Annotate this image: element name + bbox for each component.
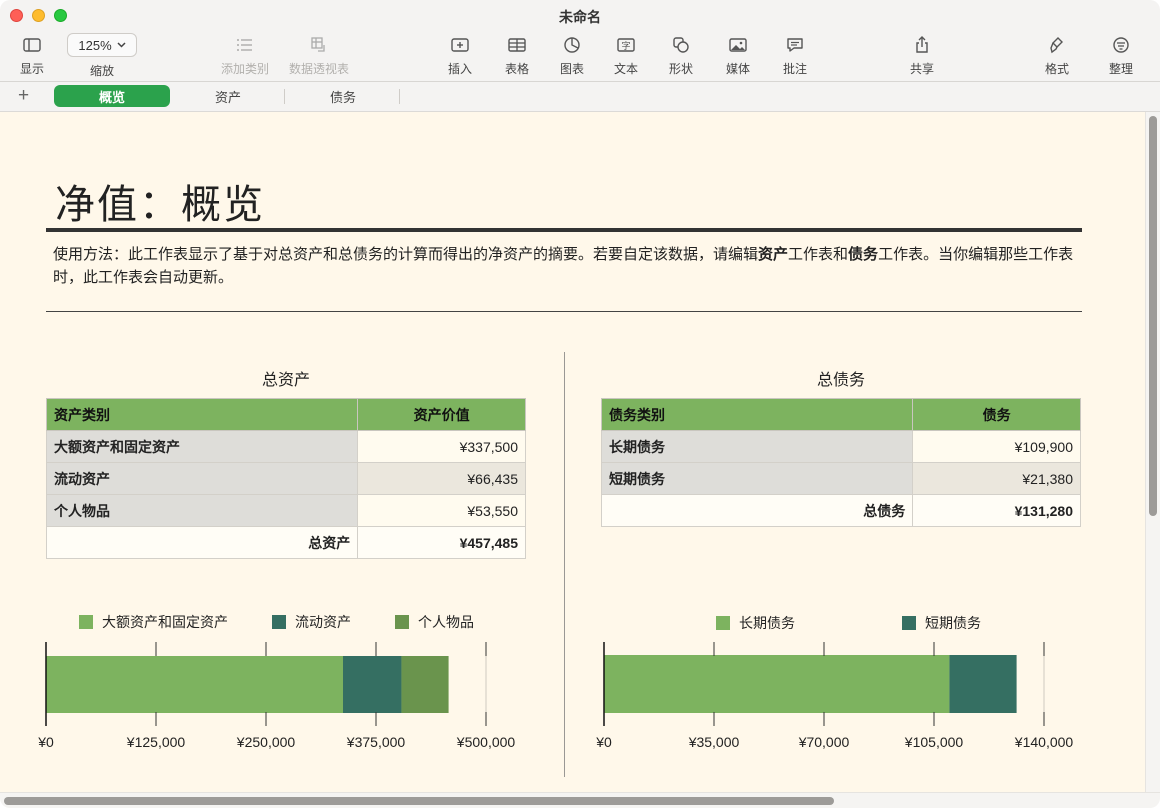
tick-label: ¥140,000	[1014, 734, 1074, 750]
horizontal-scroll-thumb[interactable]	[4, 797, 834, 805]
tick-label: ¥70,000	[798, 734, 850, 750]
horizontal-scrollbar[interactable]	[0, 792, 1160, 808]
tick-label: ¥0	[595, 734, 612, 750]
tick-label: ¥105,000	[904, 734, 964, 750]
tick-label: ¥35,000	[688, 734, 740, 750]
vertical-scroll-thumb[interactable]	[1149, 116, 1157, 516]
debts-bar-chart[interactable]: ¥0 ¥35,000 ¥70,000 ¥105,000 ¥140,000	[0, 0, 1160, 808]
bar-segment	[949, 655, 1017, 713]
app-window: 未命名 显示 125% 缩放 添加类别 数据透视表 插入 表格 图表 字 文本 …	[0, 0, 1160, 808]
bar-segment	[604, 655, 950, 713]
vertical-scrollbar[interactable]	[1145, 112, 1160, 792]
